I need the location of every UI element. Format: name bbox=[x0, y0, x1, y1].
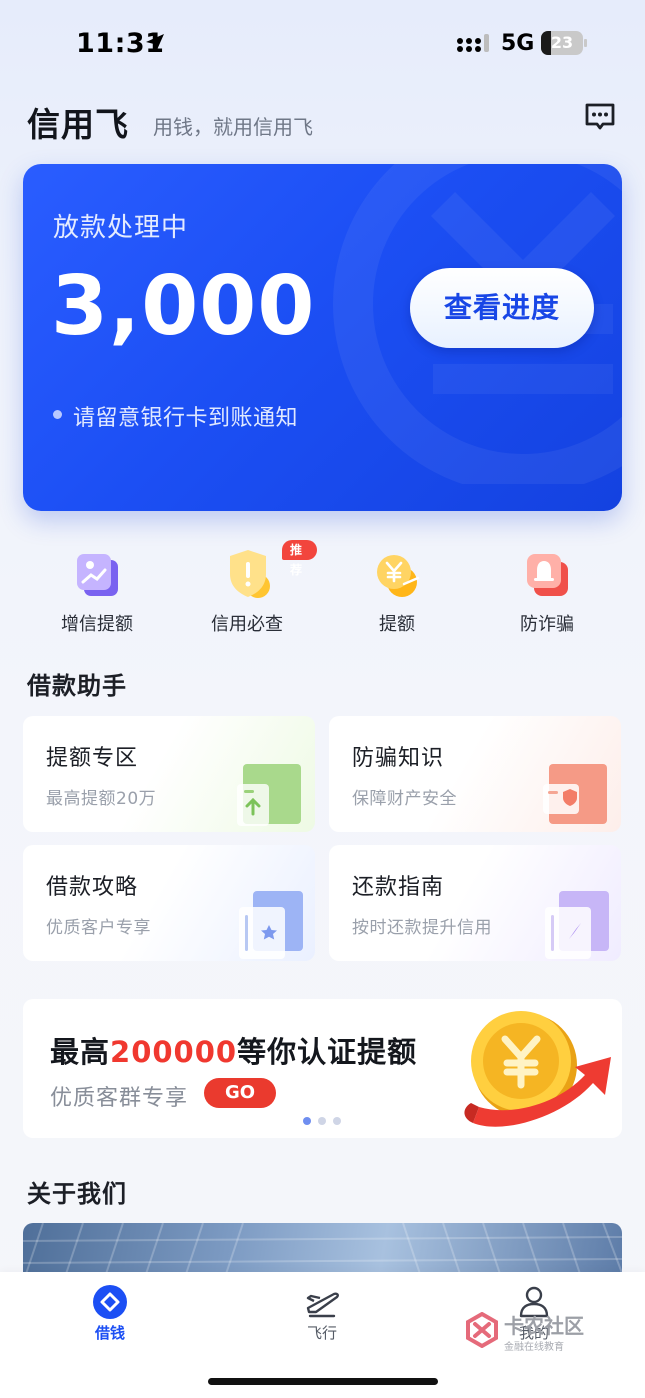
promo-title-suffix: 等你认证提额 bbox=[237, 1035, 418, 1069]
pager-dot bbox=[303, 1117, 311, 1125]
tile-subtitle: 优质客户专享 bbox=[46, 918, 151, 938]
brand-name: 信用飞 bbox=[27, 105, 129, 144]
promo-go-button[interactable]: GO bbox=[204, 1078, 276, 1108]
tile-title: 提额专区 bbox=[46, 746, 139, 771]
battery-icon: 23 bbox=[541, 31, 587, 55]
quick-action-label: 信用必查 bbox=[211, 614, 283, 635]
tile-fraud-knowledge[interactable]: 防骗知识 保障财产安全 bbox=[329, 716, 621, 832]
tile-subtitle: 按时还款提升信用 bbox=[352, 918, 492, 938]
tab-label: 借钱 bbox=[94, 1324, 125, 1342]
tile-repay-guide[interactable]: 还款指南 按时还款提升信用 bbox=[329, 845, 621, 961]
alarm-bell-icon bbox=[527, 554, 568, 596]
app-header: 信用飞 用钱，就用信用飞 bbox=[0, 96, 645, 146]
tile-title: 借款攻略 bbox=[46, 875, 139, 900]
recommend-badge: 推荐 bbox=[282, 540, 317, 577]
quick-action-credit-check[interactable]: 推荐 信用必查 bbox=[177, 540, 317, 640]
gold-yen-coin-icon bbox=[464, 1011, 611, 1127]
yen-coin-icon bbox=[377, 555, 420, 597]
community-watermark: 卡农社区 金融在线教育 bbox=[464, 1308, 594, 1354]
tile-title: 还款指南 bbox=[352, 875, 445, 900]
location-arrow-icon bbox=[146, 34, 164, 52]
view-progress-button[interactable]: 查看进度 bbox=[410, 268, 594, 348]
tile-title: 防骗知识 bbox=[352, 746, 445, 771]
tile-subtitle: 保障财产安全 bbox=[352, 789, 457, 809]
diamond-circle-icon bbox=[93, 1285, 127, 1319]
shield-alert-icon bbox=[230, 550, 270, 598]
battery-percent: 23 bbox=[550, 33, 574, 52]
quick-action-anti-fraud[interactable]: 防诈骗 bbox=[477, 540, 617, 640]
promo-banner[interactable]: 最高200000等你认证提额 优质客群专享 GO bbox=[23, 999, 622, 1138]
loan-status-text: 放款处理中 bbox=[53, 213, 189, 243]
tile-borrow-guide[interactable]: 借款攻略 优质客户专享 bbox=[23, 845, 315, 961]
home-indicator[interactable] bbox=[208, 1378, 438, 1385]
shield-doc-icon bbox=[543, 764, 607, 824]
watermark-subtext: 金融在线教育 bbox=[504, 1342, 564, 1353]
loan-status-card[interactable]: 放款处理中 3,000 查看进度 请留意银行卡到账通知 bbox=[23, 164, 622, 511]
promo-pager bbox=[303, 1117, 343, 1125]
star-book-icon bbox=[239, 891, 303, 959]
signal-dots-icon bbox=[457, 34, 489, 52]
promo-title: 最高200000等你认证提额 bbox=[50, 1029, 417, 1071]
loan-note: 请留意银行卡到账通知 bbox=[73, 406, 299, 431]
note-bullet bbox=[53, 410, 62, 419]
quick-action-label: 提额 bbox=[379, 614, 415, 635]
quick-action-label: 增信提额 bbox=[61, 614, 133, 635]
tab-flight[interactable]: 飞行 bbox=[242, 1272, 402, 1352]
assistant-section-title: 借款助手 bbox=[27, 672, 127, 700]
quick-action-label: 防诈骗 bbox=[520, 614, 574, 635]
tile-limit-zone[interactable]: 提额专区 最高提额20万 bbox=[23, 716, 315, 832]
brand-slogan: 用钱，就用信用飞 bbox=[153, 115, 313, 139]
chat-bubble-icon[interactable] bbox=[584, 102, 616, 132]
pager-dot bbox=[318, 1117, 326, 1125]
tab-borrow[interactable]: 借钱 bbox=[30, 1272, 190, 1352]
promo-title-prefix: 最高 bbox=[50, 1035, 111, 1069]
status-bar: 11:31 5G 23 bbox=[0, 0, 645, 90]
loan-amount: 3,000 bbox=[51, 259, 316, 354]
airplane-icon bbox=[306, 1292, 339, 1318]
pager-dot bbox=[333, 1117, 341, 1125]
about-section-title: 关于我们 bbox=[27, 1180, 127, 1208]
tile-subtitle: 最高提额20万 bbox=[46, 789, 157, 809]
watermark-text: 卡农社区 bbox=[504, 1314, 584, 1338]
network-label: 5G bbox=[501, 31, 535, 56]
watermark-logo-icon bbox=[466, 1312, 498, 1348]
credit-chart-icon bbox=[77, 554, 118, 596]
compass-book-icon bbox=[545, 891, 609, 959]
promo-subtitle: 优质客群专享 bbox=[50, 1086, 189, 1111]
promo-highlight-amount: 200000 bbox=[110, 1035, 238, 1069]
tab-label: 飞行 bbox=[306, 1324, 337, 1342]
quick-action-limit-raise[interactable]: 提额 bbox=[327, 540, 467, 640]
upload-doc-icon bbox=[237, 764, 301, 826]
quick-actions: 增信提额 推荐 信用必查 提额 防诈骗 bbox=[0, 540, 645, 640]
quick-action-credit-boost[interactable]: 增信提额 bbox=[27, 540, 167, 640]
